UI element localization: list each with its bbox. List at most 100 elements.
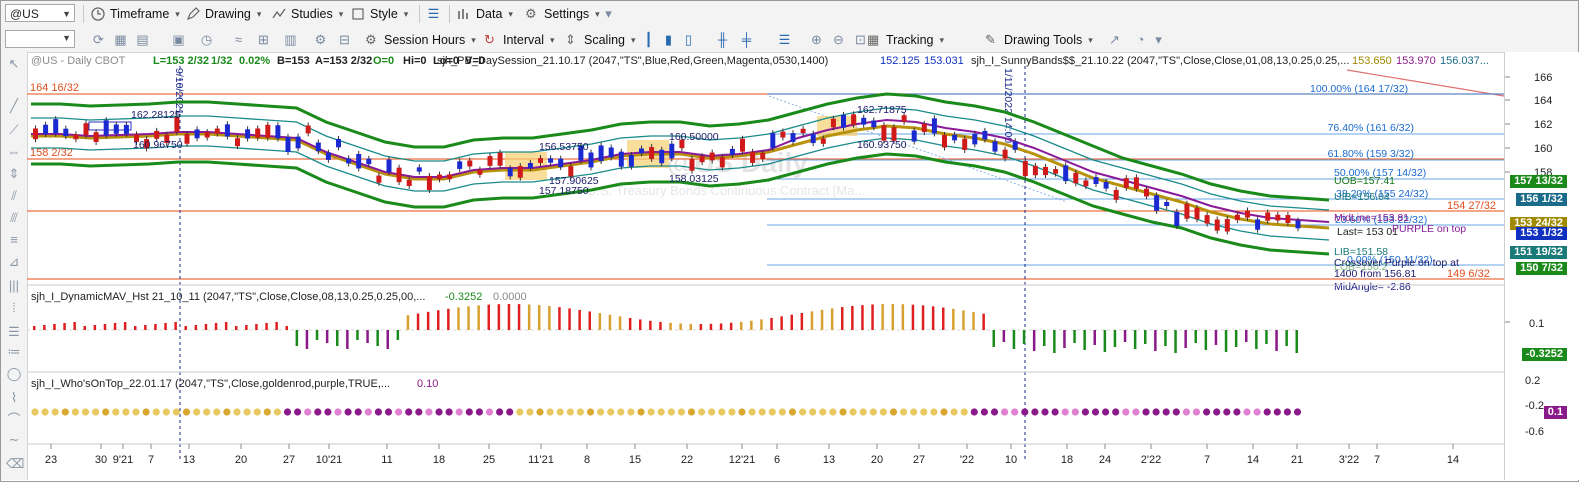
candle-body — [426, 175, 432, 191]
histogram-bar — [1234, 330, 1238, 347]
indicator-dot — [677, 408, 686, 416]
histogram-bar — [760, 319, 763, 330]
zoom-in-icon[interactable]: ⊕ — [809, 32, 824, 47]
indicator-dot — [748, 408, 756, 416]
trendline-icon[interactable]: ╱ — [6, 98, 22, 114]
chart-analysis-icon[interactable]: ◔ — [1133, 32, 1148, 47]
indicator-dot — [435, 408, 443, 416]
candle-body — [800, 128, 806, 134]
indicator-dot — [980, 408, 989, 416]
calendar-day-icon[interactable]: ▣ — [171, 32, 186, 47]
settings-menu[interactable]: ⚙ Settings ▾ — [525, 3, 600, 25]
hollow-candle-icon[interactable]: ▯ — [681, 32, 696, 47]
candle-body — [103, 120, 109, 136]
trend-icon[interactable]: ↗ — [1107, 32, 1122, 47]
studies-menu[interactable]: Studies ▾ — [272, 3, 343, 25]
wave-icon[interactable]: ∼ — [6, 432, 22, 448]
drawing-tools-menu[interactable]: ✎ Drawing Tools ▾ — [985, 29, 1093, 51]
ohlc-icon[interactable]: ╫ — [715, 32, 730, 47]
grid-icon[interactable]: ⊟ — [337, 32, 352, 47]
last-price-label: Last= 153 01 — [1337, 226, 1398, 238]
whos-on-top-dots[interactable] — [31, 408, 1302, 416]
clock-icon[interactable]: ◷ — [199, 32, 214, 47]
data-label: Data — [476, 7, 503, 21]
gear-icon[interactable]: ⚙ — [313, 32, 328, 47]
indicator-dot — [112, 408, 120, 416]
candle-body — [507, 168, 513, 177]
time-axis[interactable]: 23 30 9'21 7 13 20 27 10'21 11 18 25 11'21 8 15 22 12'2… — [45, 444, 1459, 466]
fibonacci-icon[interactable]: ≡ — [6, 232, 22, 248]
indicator-dot — [970, 408, 978, 416]
histogram-bar — [285, 326, 288, 330]
panel-icon[interactable]: ☰ — [777, 32, 792, 47]
symbol-input[interactable]: @US ▼ — [5, 4, 75, 22]
range-bar-icon[interactable]: ⊞ — [256, 32, 271, 47]
fit-icon[interactable]: ⊡ — [853, 32, 868, 47]
tick-chart-icon[interactable]: ≈ — [231, 32, 246, 47]
indicator-dot — [859, 408, 867, 416]
candlestick-icon[interactable]: ▮ — [661, 32, 676, 47]
candle-body — [1103, 181, 1109, 189]
shapes-icon[interactable]: ⌇ — [6, 390, 22, 406]
indicator-dot — [253, 408, 261, 416]
scaling-label: Scaling — [584, 33, 625, 47]
candle-body — [1093, 177, 1099, 185]
pointer-icon[interactable]: ↖ — [6, 56, 22, 72]
vertical-line-icon[interactable]: ⇕ — [6, 166, 22, 182]
level-label-164: 164 16/32 — [30, 82, 79, 94]
panel2-value-tag: -0.3252 — [1521, 348, 1567, 361]
drawing-menu[interactable]: Drawing ▾ — [186, 3, 261, 25]
price-note-6: 160.50000 — [669, 131, 719, 143]
channel-icon[interactable]: ⫽ — [6, 188, 22, 204]
volume-icon[interactable]: ▥ — [283, 32, 298, 47]
timeframe-menu[interactable]: Timeframe ▾ — [91, 3, 180, 25]
caret-icon[interactable]: ▾ — [1151, 32, 1166, 47]
chart-area[interactable]: @US - Daily CBOT L=153 2/32 1/32 0.02% B=15… — [27, 52, 1504, 472]
dynamic-mav-histogram[interactable] — [33, 304, 1298, 353]
ray-icon[interactable]: ⟋ — [6, 122, 22, 138]
candle-body — [952, 134, 958, 141]
candle-body — [1295, 220, 1301, 229]
indicator-dot — [162, 408, 170, 416]
arc-icon[interactable]: ⌒ — [6, 412, 22, 428]
calendar-icon[interactable]: ▦ — [113, 32, 128, 47]
data-menu[interactable]: Data ▾ — [457, 3, 513, 25]
bar-chart-icon[interactable]: ┃ — [641, 32, 656, 47]
style-menu[interactable]: Style ▾ — [351, 3, 408, 25]
chevron-down-icon: ▼ — [62, 33, 71, 43]
pitchfork-icon[interactable]: ⫻ — [6, 210, 22, 226]
histogram-bar — [1022, 330, 1026, 344]
session-hours-menu[interactable]: ⚙ Session Hours ▾ — [365, 29, 476, 51]
fib-zones-icon[interactable]: ☰ — [6, 324, 22, 340]
tracking-menu[interactable]: ▦ Tracking ▾ — [867, 29, 944, 51]
candle-body — [447, 174, 453, 180]
histogram-bar — [1002, 330, 1006, 342]
fib-time-icon[interactable]: ⦙ — [6, 300, 22, 316]
candle-body — [1053, 169, 1059, 174]
indicator-dot — [61, 408, 69, 416]
candle-body — [608, 147, 614, 158]
price-axis[interactable]: 166 164 162 160 158 0.1 0.2 -0.2 -0.6 15… — [1504, 52, 1579, 480]
uob-label: UOB=157.41 — [1334, 175, 1395, 187]
speed-lines-icon[interactable]: ≔ — [6, 344, 22, 360]
line-chart-icon[interactable]: ╪ — [739, 32, 754, 47]
scaling-menu[interactable]: ⇕ Scaling ▾ — [565, 29, 636, 51]
histogram-bar — [578, 309, 581, 330]
refresh-icon[interactable]: ⟳ — [91, 32, 106, 47]
gann-icon[interactable]: ⊿ — [6, 254, 22, 270]
histogram-bar — [931, 306, 935, 330]
eraser-icon[interactable]: ⌫ — [6, 456, 24, 472]
zoom-out-icon[interactable]: ⊖ — [831, 32, 846, 47]
expand-icon[interactable]: ▾ — [601, 6, 616, 21]
circle-icon[interactable]: ◯ — [6, 366, 22, 382]
interval-menu[interactable]: ↻ Interval ▾ — [484, 29, 555, 51]
horizontal-line-icon[interactable]: ⇔ — [6, 144, 22, 160]
indicator-dot — [1071, 408, 1079, 416]
layout-icon[interactable]: ☰ — [426, 6, 441, 21]
time-label: 6 — [774, 454, 780, 466]
indicator-dot — [1273, 408, 1281, 416]
interval-input[interactable]: ▼ — [5, 30, 75, 48]
cycle-lines-icon[interactable]: ||| — [6, 278, 22, 294]
calendar-week-icon[interactable]: ▤ — [135, 32, 150, 47]
time-label: 20 — [235, 454, 247, 466]
